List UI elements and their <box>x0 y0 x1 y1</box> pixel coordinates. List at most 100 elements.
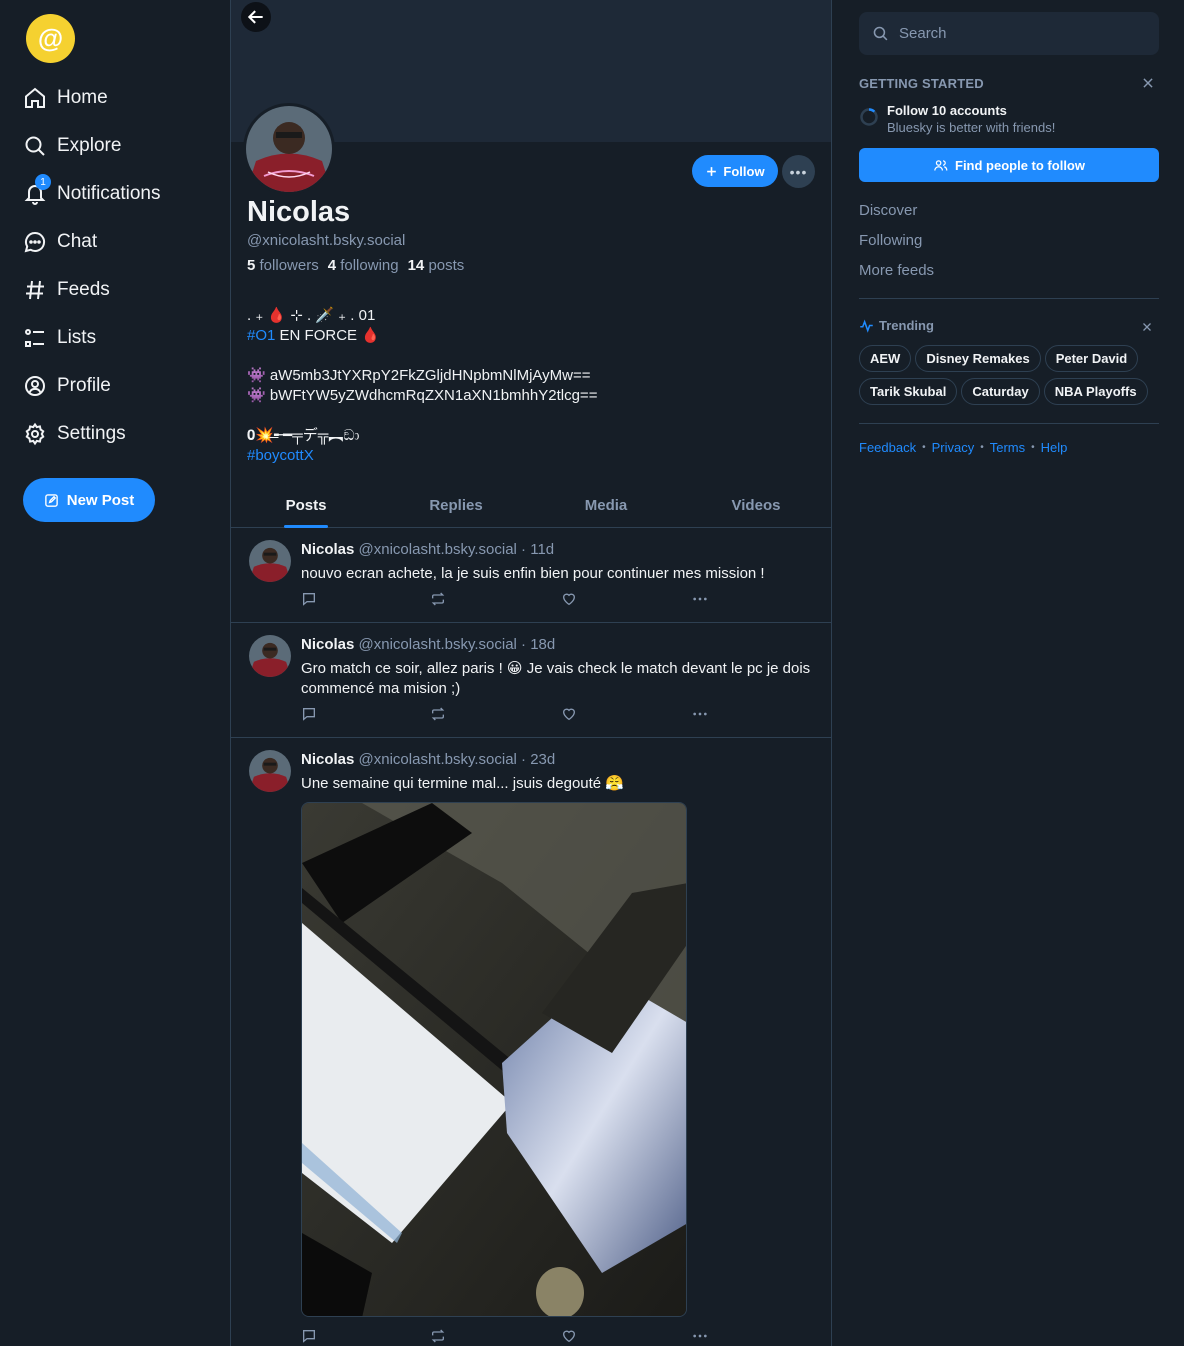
post-author-handle[interactable]: @xnicolasht.bsky.social <box>359 751 517 768</box>
heart-icon <box>562 708 576 721</box>
nav-settings-label: Settings <box>57 423 126 444</box>
nav-notifications-label: Notifications <box>57 183 161 204</box>
bio-line-1: . ₊ 🩸 ⊹ . 🗡️ ₊ . 01 <box>247 307 376 324</box>
back-button[interactable] <box>241 2 271 32</box>
post-actions <box>301 1328 721 1346</box>
profile-more-button[interactable]: ••• <box>782 155 815 188</box>
footer-feedback-link[interactable]: Feedback <box>859 440 916 455</box>
like-button[interactable] <box>561 706 579 724</box>
nav-chat[interactable]: Chat <box>23 222 97 262</box>
follow-button[interactable]: Follow <box>692 155 778 187</box>
home-icon <box>25 87 45 108</box>
trending-close-button[interactable] <box>1141 320 1153 332</box>
divider <box>859 298 1159 299</box>
trending-pill[interactable]: AEW <box>859 345 912 372</box>
getting-started-close-button[interactable] <box>1141 76 1155 90</box>
like-button[interactable] <box>561 1328 579 1346</box>
tab-replies[interactable]: Replies <box>381 485 531 527</box>
like-button[interactable] <box>561 591 579 609</box>
post-text: Gro match ce soir, allez paris ! 😀 Je va… <box>301 660 811 697</box>
repost-button[interactable] <box>430 706 448 724</box>
app-logo[interactable]: @ <box>26 14 75 63</box>
ellipsis-icon: ••• <box>789 163 808 180</box>
reply-button[interactable] <box>301 706 319 724</box>
trending-list: AEW Disney Remakes Peter David Tarik Sku… <box>859 345 1164 405</box>
posts-label: posts <box>428 257 465 274</box>
repost-button[interactable] <box>430 591 448 609</box>
trending-pill[interactable]: Tarik Skubal <box>859 378 958 405</box>
post-age: · 11d <box>521 541 555 558</box>
feed-link-more-feeds[interactable]: More feeds <box>859 262 934 279</box>
repost-button[interactable] <box>430 1328 448 1346</box>
following-stat[interactable]: 4 following <box>328 257 399 274</box>
post-avatar[interactable] <box>249 750 291 792</box>
nav-settings[interactable]: Settings <box>23 414 126 454</box>
footer-links: Feedback • Privacy • Terms • Help <box>859 440 1067 455</box>
trending-pill[interactable]: Caturday <box>961 378 1040 405</box>
tab-posts[interactable]: Posts <box>231 485 381 528</box>
nav-chat-label: Chat <box>57 231 98 252</box>
post-more-button[interactable] <box>692 591 710 609</box>
reply-button[interactable] <box>301 1328 319 1346</box>
new-post-button[interactable]: New Post <box>23 478 155 522</box>
bio-line-6: #boycottX <box>247 446 807 466</box>
post-author-name[interactable]: Nicolas <box>301 541 354 558</box>
post-author-handle[interactable]: @xnicolasht.bsky.social <box>359 636 517 653</box>
getting-started-item-subtitle: Bluesky is better with friends! <box>887 120 1056 135</box>
post-avatar[interactable] <box>249 635 291 677</box>
ellipsis-icon <box>693 597 707 601</box>
post-author-name[interactable]: Nicolas <box>301 636 354 653</box>
repost-icon <box>431 1329 445 1343</box>
post-meta: Nicolas @xnicolasht.bsky.social · 23d <box>301 751 555 768</box>
search-icon <box>873 26 888 41</box>
bio-line-3: 👾 aW5mb3JtYXRpY2FkZGljdHNpbmNlMjAyMw== <box>247 367 591 384</box>
post-image[interactable] <box>301 802 687 1317</box>
bio-hashtag-boycottx[interactable]: #boycottX <box>247 447 314 464</box>
footer-privacy-link[interactable]: Privacy <box>932 440 975 455</box>
list-icon <box>25 329 44 347</box>
posts-stat: 14 posts <box>408 257 465 274</box>
feed-link-following[interactable]: Following <box>859 232 922 249</box>
nav-home[interactable]: Home <box>23 78 108 118</box>
avatar-image <box>246 106 332 192</box>
nav-feeds[interactable]: Feeds <box>23 270 110 310</box>
followers-stat[interactable]: 5 followers <box>247 257 319 274</box>
search-input[interactable] <box>899 25 1139 42</box>
nav-explore[interactable]: Explore <box>23 126 121 166</box>
post-item[interactable]: Nicolas @xnicolasht.bsky.social · 18d Gr… <box>231 623 831 738</box>
post-avatar[interactable] <box>249 540 291 582</box>
post-author-handle[interactable]: @xnicolasht.bsky.social <box>359 541 517 558</box>
find-people-button[interactable]: Find people to follow <box>859 148 1159 182</box>
trending-pill[interactable]: NBA Playoffs <box>1043 378 1148 405</box>
nav-profile-label: Profile <box>57 375 111 396</box>
trending-pill[interactable]: Peter David <box>1044 345 1139 372</box>
repost-icon <box>431 592 445 606</box>
nav-notifications[interactable]: 1 Notifications <box>23 174 161 214</box>
post-item[interactable]: Nicolas @xnicolasht.bsky.social · 11d no… <box>231 528 831 623</box>
getting-started-text: Follow 10 accounts Bluesky is better wit… <box>887 103 1055 135</box>
trending-pill[interactable]: Disney Remakes <box>915 345 1041 372</box>
tab-videos[interactable]: Videos <box>681 485 831 527</box>
getting-started-item-title: Follow 10 accounts <box>887 103 1007 118</box>
profile-display-name: Nicolas <box>247 196 351 228</box>
nav-home-label: Home <box>57 87 108 108</box>
footer-terms-link[interactable]: Terms <box>990 440 1025 455</box>
nav-lists[interactable]: Lists <box>23 318 96 358</box>
feed-link-discover[interactable]: Discover <box>859 202 917 219</box>
post-more-button[interactable] <box>692 1328 710 1346</box>
bio-line-4: 👾 bWFtYW5yZWdhcmRqZXN1aXN1bmhhY2tlcg== <box>247 387 598 404</box>
bio-hashtag-o1[interactable]: #O1 <box>247 327 275 344</box>
footer-help-link[interactable]: Help <box>1041 440 1068 455</box>
search-box[interactable] <box>859 12 1159 55</box>
post-more-button[interactable] <box>692 706 710 724</box>
reply-button[interactable] <box>301 591 319 609</box>
post-item[interactable]: Nicolas @xnicolasht.bsky.social · 23d Un… <box>231 738 831 1346</box>
footer-separator: • <box>980 442 984 453</box>
nav-profile[interactable]: Profile <box>23 366 111 406</box>
tab-media[interactable]: Media <box>531 485 681 527</box>
notifications-badge: 1 <box>35 174 51 190</box>
avatar-image <box>249 635 291 677</box>
post-author-name[interactable]: Nicolas <box>301 751 354 768</box>
profile-avatar[interactable] <box>243 103 335 195</box>
find-people-label: Find people to follow <box>955 157 1085 173</box>
